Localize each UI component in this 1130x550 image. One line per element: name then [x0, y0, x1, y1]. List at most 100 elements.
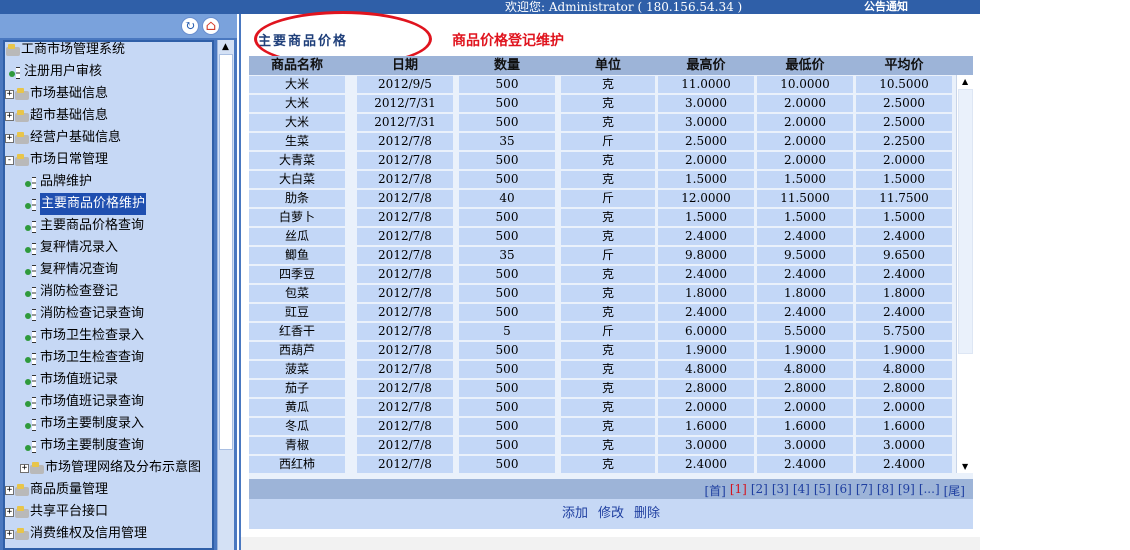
tree-leaf-item[interactable]: 复秤情况录入: [25, 237, 118, 259]
pager-link[interactable]: [8]: [877, 482, 894, 499]
column-header[interactable]: 平均价: [856, 56, 952, 75]
tree-leaf-item[interactable]: 消防检查登记: [25, 281, 118, 303]
tree-leaf-item[interactable]: 复秤情况查询: [25, 259, 118, 281]
column-header[interactable]: 数量: [459, 56, 555, 75]
table-cell: 1.9000: [856, 342, 952, 359]
table-cell: 5.7500: [856, 323, 952, 340]
tree-leaf-item[interactable]: 主要商品价格查询: [25, 215, 144, 237]
tree-folder-item[interactable]: - 市场日常管理: [5, 149, 108, 171]
expand-icon[interactable]: +: [5, 529, 14, 539]
table-row[interactable]: 大米 2012/7/31 500 克 3.0000 2.0000 2.5000: [249, 113, 955, 132]
tree-folder-item[interactable]: + 经营户基础信息: [5, 127, 121, 149]
expand-icon[interactable]: +: [5, 507, 14, 517]
pager-link[interactable]: [3]: [772, 482, 789, 499]
column-header[interactable]: 商品名称: [249, 56, 345, 75]
table-row[interactable]: 大青菜 2012/7/8 500 克 2.0000 2.0000 2.0000: [249, 151, 955, 170]
table-row[interactable]: 四季豆 2012/7/8 500 克 2.4000 2.4000 2.4000: [249, 265, 955, 284]
pager-link[interactable]: [首]: [704, 482, 725, 499]
collapse-icon[interactable]: -: [5, 155, 14, 165]
expand-icon[interactable]: +: [5, 485, 14, 495]
table-row[interactable]: 豇豆 2012/7/8 500 克 2.4000 2.4000 2.4000: [249, 303, 955, 322]
table-row[interactable]: 西红柿 2012/7/8 500 克 2.4000 2.4000 2.4000: [249, 455, 955, 474]
tree-leaf-item[interactable]: 品牌维护: [25, 171, 92, 193]
tree-scroll-thumb[interactable]: [219, 54, 233, 450]
column-header[interactable]: 日期: [357, 56, 453, 75]
tree-item-label: 商品质量管理: [30, 482, 109, 497]
tree-folder-item[interactable]: + 共享平台接口: [5, 501, 108, 523]
page-leaf-icon: [25, 198, 39, 211]
table-cell: 1.9000: [658, 342, 754, 359]
tree-leaf-item[interactable]: 消防检查记录查询: [25, 303, 144, 325]
table-cell: 2012/7/8: [357, 361, 453, 378]
home-icon[interactable]: ⌂: [202, 17, 220, 35]
table-row[interactable]: 黄瓜 2012/7/8 500 克 2.0000 2.0000 2.0000: [249, 398, 955, 417]
table-row[interactable]: 西葫芦 2012/7/8 500 克 1.9000 1.9000 1.9000: [249, 341, 955, 360]
table-row[interactable]: 鲫鱼 2012/7/8 35 斤 9.8000 9.5000 9.6500: [249, 246, 955, 265]
pager-link[interactable]: [9]: [898, 482, 915, 499]
tree-folder-item[interactable]: 工商市场管理系统: [6, 42, 125, 61]
table-row[interactable]: 大米 2012/7/31 500 克 3.0000 2.0000 2.5000: [249, 94, 955, 113]
table-cell: 1.8000: [856, 285, 952, 302]
tree-leaf-item[interactable]: 市场主要制度查询: [25, 435, 144, 457]
tree-folder-item[interactable]: + 市场基础信息: [5, 83, 108, 105]
table-row[interactable]: 菠菜 2012/7/8 500 克 4.8000 4.8000 4.8000: [249, 360, 955, 379]
table-row[interactable]: 白萝卜 2012/7/8 500 克 1.5000 1.5000 1.5000: [249, 208, 955, 227]
tree-folder-item[interactable]: + 市场管理网络及分布示意图: [20, 457, 201, 479]
table-cell: 10.0000: [757, 76, 853, 93]
tree-leaf-item[interactable]: 市场主要制度录入: [25, 413, 144, 435]
notice-link[interactable]: 公告通知: [864, 0, 908, 14]
column-header[interactable]: 最低价: [757, 56, 853, 75]
grid-scroll-down-icon[interactable]: ▼: [962, 462, 968, 471]
page-leaf-icon: [25, 286, 39, 299]
pager-link[interactable]: [1]: [730, 482, 747, 499]
table-row[interactable]: 大米 2012/9/5 500 克 11.0000 10.0000 10.5000: [249, 75, 955, 94]
pager-link[interactable]: [...]: [919, 482, 940, 499]
pager-link[interactable]: [2]: [751, 482, 768, 499]
refresh-icon[interactable]: ↻: [181, 17, 199, 35]
add-button[interactable]: 添加: [562, 502, 588, 521]
tree-folder-item[interactable]: + 商品质量管理: [5, 479, 108, 501]
expand-icon[interactable]: +: [5, 111, 14, 121]
pager-link[interactable]: [6]: [835, 482, 852, 499]
table-cell: 2.0000: [856, 399, 952, 416]
tree-folder-item[interactable]: + 超市基础信息: [5, 105, 108, 127]
pager-link[interactable]: [尾]: [944, 482, 965, 499]
table-row[interactable]: 红香干 2012/7/8 5 斤 6.0000 5.5000 5.7500: [249, 322, 955, 341]
table-row[interactable]: 丝瓜 2012/7/8 500 克 2.4000 2.4000 2.4000: [249, 227, 955, 246]
delete-button[interactable]: 删除: [634, 502, 660, 521]
tree-leaf-item[interactable]: 注册用户审核: [9, 61, 102, 83]
table-row[interactable]: 生菜 2012/7/8 35 斤 2.5000 2.0000 2.2500: [249, 132, 955, 151]
table-cell: 2.4000: [757, 456, 853, 473]
table-cell: 斤: [561, 323, 655, 340]
folder-icon: [15, 484, 29, 496]
grid-scrollbar[interactable]: ▲ ▼: [956, 75, 973, 473]
expand-icon[interactable]: +: [5, 133, 14, 143]
table-row[interactable]: 大白菜 2012/7/8 500 克 1.5000 1.5000 1.5000: [249, 170, 955, 189]
table-row[interactable]: 青椒 2012/7/8 500 克 3.0000 3.0000 3.0000: [249, 436, 955, 455]
table-cell: 1.6000: [658, 418, 754, 435]
pager-link[interactable]: [4]: [793, 482, 810, 499]
tree-scrollbar[interactable]: ▲: [217, 40, 234, 550]
table-row[interactable]: 包菜 2012/7/8 500 克 1.8000 1.8000 1.8000: [249, 284, 955, 303]
grid-scroll-thumb[interactable]: [958, 89, 973, 354]
table-row[interactable]: 冬瓜 2012/7/8 500 克 1.6000 1.6000 1.6000: [249, 417, 955, 436]
expand-icon[interactable]: +: [5, 89, 14, 99]
tree-leaf-item[interactable]: 主要商品价格维护: [25, 193, 147, 215]
tree-item-label: 共享平台接口: [30, 504, 109, 519]
expand-icon[interactable]: +: [20, 463, 29, 473]
scroll-up-icon[interactable]: ▲: [222, 42, 229, 52]
tree-leaf-item[interactable]: 市场卫生检查查询: [25, 347, 144, 369]
table-row[interactable]: 茄子 2012/7/8 500 克 2.8000 2.8000 2.8000: [249, 379, 955, 398]
tree-leaf-item[interactable]: 市场值班记录查询: [25, 391, 144, 413]
pager-link[interactable]: [7]: [856, 482, 873, 499]
edit-button[interactable]: 修改: [598, 502, 624, 521]
grid-scroll-up-icon[interactable]: ▲: [962, 77, 968, 86]
tree-leaf-item[interactable]: 市场值班记录: [25, 369, 118, 391]
table-cell: 1.9000: [757, 342, 853, 359]
tree-leaf-item[interactable]: 市场卫生检查录入: [25, 325, 144, 347]
pager-link[interactable]: [5]: [814, 482, 831, 499]
tree-folder-item[interactable]: + 消费维权及信用管理: [5, 523, 147, 545]
column-header[interactable]: 单位: [561, 56, 655, 75]
column-header[interactable]: 最高价: [658, 56, 754, 75]
table-row[interactable]: 肋条 2012/7/8 40 斤 12.0000 11.5000 11.7500: [249, 189, 955, 208]
